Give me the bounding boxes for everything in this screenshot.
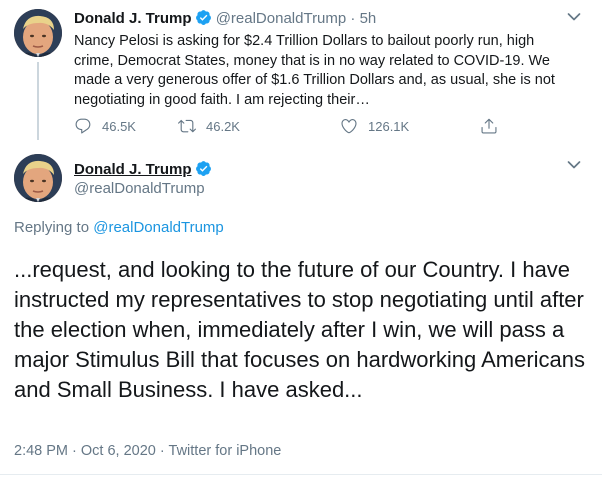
tweet1-text: Nancy Pelosi is asking for $2.4 Trillion… xyxy=(74,33,555,108)
like-icon xyxy=(341,119,357,134)
avatar[interactable] xyxy=(14,154,62,202)
tweet-source[interactable]: Twitter for iPhone xyxy=(169,443,282,459)
tweet-time[interactable]: 2:48 PM xyxy=(14,443,68,459)
share-button[interactable] xyxy=(480,117,508,135)
tweet1-handle[interactable]: @realDonaldTrump xyxy=(216,10,347,27)
verified-badge-icon xyxy=(195,9,212,30)
replying-to: Replying to @realDonaldTrump xyxy=(14,219,224,236)
separator-dot: · xyxy=(350,10,356,27)
like-count: 126.1K xyxy=(368,118,410,134)
retweet-count: 46.2K xyxy=(206,118,240,134)
replying-prefix: Replying to xyxy=(14,219,90,236)
tweet-thread: Donald J. Trump @realDonaldTrump · 5h Na… xyxy=(0,0,602,477)
thread-connector xyxy=(37,62,39,140)
separator-dot: · xyxy=(72,443,77,459)
divider xyxy=(0,474,602,475)
retweet-button[interactable]: 46.2K xyxy=(178,117,240,135)
chevron-down-icon[interactable] xyxy=(567,12,581,22)
chevron-down-icon[interactable] xyxy=(567,160,581,170)
tweet1-actions: 46.5K 46.2K 126.1K xyxy=(74,117,514,137)
reply-count: 46.5K xyxy=(102,118,136,134)
retweet-icon xyxy=(178,119,196,133)
like-button[interactable]: 126.1K xyxy=(340,117,409,135)
tweet2-meta: 2:48 PM · Oct 6, 2020 · Twitter for iPho… xyxy=(14,443,281,459)
author-name[interactable]: Donald J. Trump xyxy=(74,10,192,27)
tweet1-header: Donald J. Trump @realDonaldTrump · 5h xyxy=(74,9,376,30)
tweet-date[interactable]: Oct 6, 2020 xyxy=(81,443,156,459)
separator-dot: · xyxy=(159,443,165,459)
author-name[interactable]: Donald J. Trump xyxy=(74,161,192,178)
verified-badge-icon xyxy=(195,160,212,182)
share-icon xyxy=(481,118,497,134)
reply-button[interactable]: 46.5K xyxy=(74,117,136,135)
tweet1-time[interactable]: 5h xyxy=(360,10,377,27)
replying-to-link[interactable]: @realDonaldTrump xyxy=(93,219,224,236)
tweet2-text: ...request, and looking to the future of… xyxy=(14,257,586,402)
tweet2-author: Donald J. Trump xyxy=(74,160,212,182)
reply-icon xyxy=(75,118,91,134)
tweet2-handle[interactable]: @realDonaldTrump xyxy=(74,180,205,197)
avatar[interactable] xyxy=(14,9,62,57)
